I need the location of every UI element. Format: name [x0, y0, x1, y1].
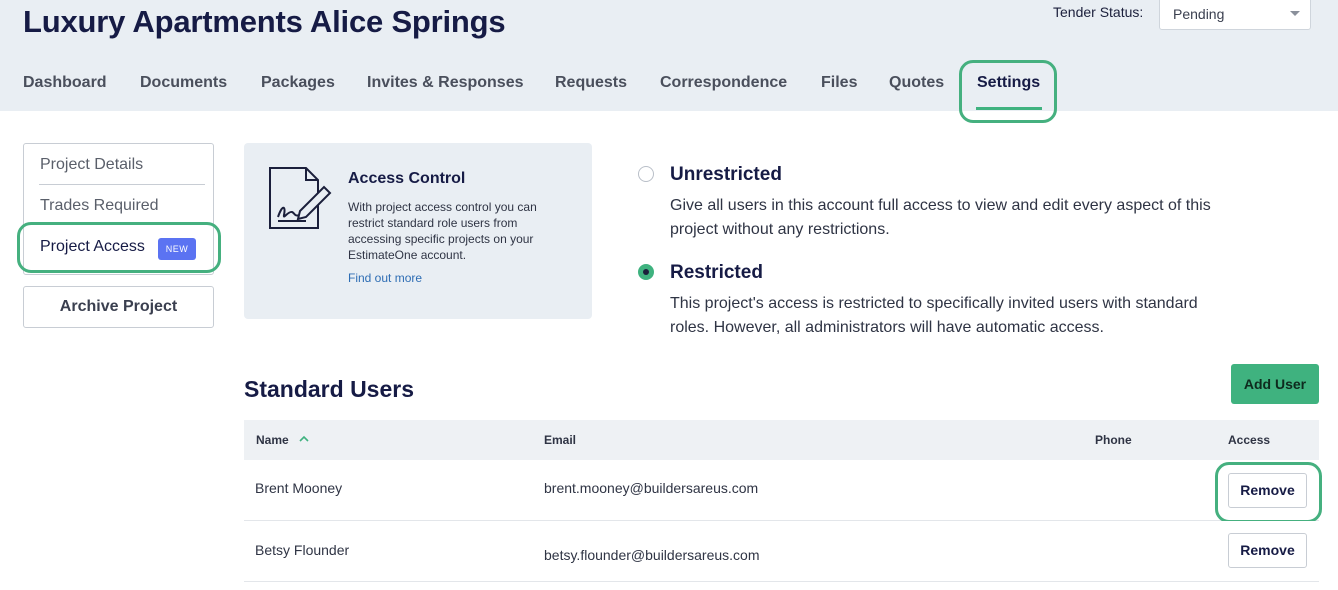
project-header: Luxury Apartments Alice Springs Tender S…	[0, 0, 1338, 111]
sort-ascending-icon[interactable]	[299, 434, 309, 444]
tab-correspondence[interactable]: Correspondence	[660, 74, 787, 92]
tab-packages[interactable]: Packages	[261, 74, 335, 92]
tab-documents[interactable]: Documents	[140, 74, 227, 92]
standard-users-title: Standard Users	[244, 376, 415, 402]
column-header-access: Access	[1228, 433, 1271, 447]
page-title: Luxury Apartments Alice Springs	[23, 4, 506, 39]
user-name: Brent Mooney	[255, 480, 343, 496]
unrestricted-title: Unrestricted	[670, 164, 782, 185]
chevron-down-icon	[1290, 11, 1300, 16]
sidebar-item-trades-required[interactable]: Trades Required	[40, 197, 159, 215]
access-control-title: Access Control	[348, 170, 466, 187]
tab-settings[interactable]: Settings	[977, 74, 1040, 92]
users-table-header: Name Email Phone Access	[244, 420, 1319, 460]
table-row: Betsy Flounder betsy.flounder@buildersar…	[244, 521, 1319, 582]
sidebar-item-project-details[interactable]: Project Details	[40, 156, 143, 174]
sidebar-divider	[39, 184, 205, 185]
tender-status-value: Pending	[1173, 6, 1225, 22]
tender-status-label: Tender Status:	[1053, 4, 1144, 20]
column-header-email: Email	[544, 433, 577, 447]
user-email: betsy.flounder@buildersareus.com	[544, 547, 760, 563]
user-name: Betsy Flounder	[255, 542, 350, 558]
user-email: brent.mooney@buildersareus.com	[544, 480, 759, 496]
find-out-more-link[interactable]: Find out more	[348, 271, 422, 285]
remove-user-button[interactable]: Remove	[1228, 473, 1307, 508]
tab-dashboard[interactable]: Dashboard	[23, 74, 107, 92]
restricted-description: This project's access is restricted to s…	[670, 295, 1198, 336]
archive-project-button[interactable]: Archive Project	[23, 286, 214, 328]
unrestricted-radio[interactable]	[638, 166, 654, 182]
active-tab-underline	[976, 107, 1042, 110]
tender-status-select[interactable]: Pending	[1159, 0, 1311, 30]
restricted-radio[interactable]	[638, 264, 654, 280]
column-header-phone: Phone	[1095, 433, 1132, 447]
sidebar-item-project-access[interactable]: Project Access	[40, 238, 145, 256]
unrestricted-description: Give all users in this account full acce…	[670, 197, 1211, 238]
tab-quotes[interactable]: Quotes	[889, 74, 944, 92]
tab-requests[interactable]: Requests	[555, 74, 627, 92]
table-row: Brent Mooney brent.mooney@buildersareus.…	[244, 460, 1319, 521]
document-signature-icon	[269, 167, 332, 229]
access-control-description: With project access control you can rest…	[348, 200, 537, 262]
tab-files[interactable]: Files	[821, 74, 857, 92]
column-header-name[interactable]: Name	[256, 433, 289, 447]
restricted-title: Restricted	[670, 262, 763, 283]
new-badge: NEW	[158, 238, 196, 260]
tab-invites-responses[interactable]: Invites & Responses	[367, 74, 524, 92]
remove-user-button[interactable]: Remove	[1228, 533, 1307, 568]
add-user-button[interactable]: Add User	[1231, 364, 1319, 404]
access-control-card: Access Control With project access contr…	[244, 143, 592, 319]
